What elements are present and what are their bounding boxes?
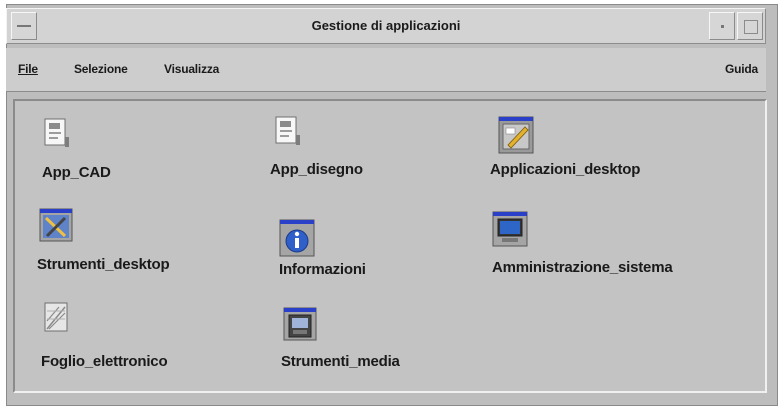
app-item-amministrazione-sistema-label: Amministrazione_sistema [492, 259, 673, 276]
app-item-app-cad[interactable]: App_CAD [39, 115, 179, 195]
minimize-button[interactable] [709, 12, 735, 40]
system-admin-icon [492, 211, 528, 247]
app-item-foglio-elettronico-label: Foglio_elettronico [41, 353, 168, 370]
app-item-applicazioni-desktop-label: Applicazioni_desktop [490, 161, 641, 178]
menu-visualizza[interactable]: Visualizza [164, 62, 219, 76]
media-tools-icon [283, 307, 317, 341]
maximize-icon [744, 20, 758, 34]
menu-file-label: File [18, 62, 38, 76]
app-item-informazioni[interactable]: Informazioni [277, 217, 417, 297]
menu-selezione-label: Selezione [74, 62, 128, 76]
tools-icon [39, 208, 73, 242]
maximize-button[interactable] [737, 12, 763, 40]
spreadsheet-icon [44, 302, 68, 332]
desktop-apps-icon [498, 116, 534, 154]
app-item-amministrazione-sistema[interactable]: Amministrazione_sistema [490, 209, 735, 289]
app-item-strumenti-desktop-label: Strumenti_desktop [37, 256, 170, 273]
app-item-strumenti-media-label: Strumenti_media [281, 353, 400, 370]
title-bar[interactable]: Gestione di applicazioni [6, 8, 766, 44]
app-item-app-disegno[interactable]: App_disegno [270, 113, 420, 193]
app-item-strumenti-desktop[interactable]: Strumenti_desktop [37, 206, 227, 286]
menu-guida[interactable]: Guida [725, 62, 758, 76]
menu-bar: File Selezione Visualizza Guida [6, 48, 766, 92]
app-item-informazioni-label: Informazioni [279, 261, 366, 278]
document-icon [275, 116, 300, 145]
app-item-foglio-elettronico[interactable]: Foglio_elettronico [41, 299, 231, 379]
info-icon [279, 219, 315, 257]
menu-guida-label: Guida [724, 62, 758, 76]
menu-selezione[interactable]: Selezione [74, 62, 128, 76]
menu-file[interactable]: File [18, 62, 38, 76]
app-item-app-disegno-label: App_disegno [270, 161, 363, 178]
applications-pane: App_CAD App_disegno Applicazioni_desktop [13, 99, 767, 393]
menu-visualizza-label: Visualizza [164, 62, 220, 76]
app-item-applicazioni-desktop[interactable]: Applicazioni_desktop [490, 113, 710, 193]
window-title: Gestione di applicazioni [311, 18, 461, 33]
app-item-strumenti-media[interactable]: Strumenti_media [281, 305, 461, 385]
app-item-app-cad-label: App_CAD [42, 164, 111, 181]
minimize-icon [721, 25, 724, 28]
document-icon [44, 118, 69, 147]
